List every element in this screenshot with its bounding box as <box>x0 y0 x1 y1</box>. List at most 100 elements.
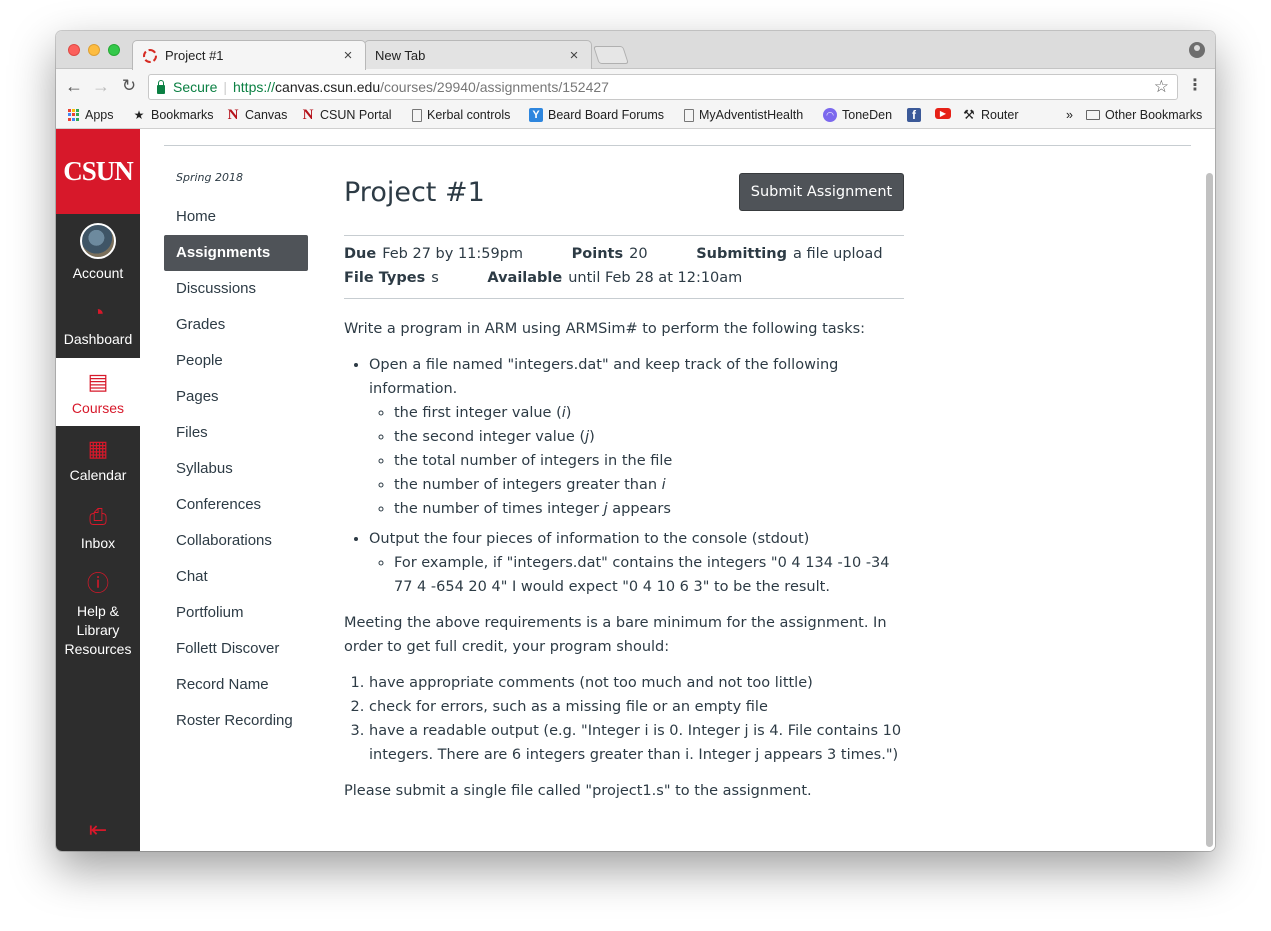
url-path: /courses/29940/assignments/152427 <box>380 79 609 95</box>
bookmark-csun-portal[interactable]: N CSUN Portal <box>301 107 392 123</box>
assignment-detail: Project #1 Submit Assignment Due Feb 27 b… <box>344 171 904 815</box>
browser-toolbar: ← → ↻ Secure | https:// canvas.csun.edu … <box>56 69 1215 105</box>
dashboard-gauge-icon: ◔ <box>91 300 105 325</box>
global-nav-label: Inbox <box>80 535 116 551</box>
points-label: Points <box>571 246 624 262</box>
submit-assignment-button[interactable]: Submit Assignment <box>739 173 904 211</box>
csun-n-icon: N <box>302 107 314 123</box>
sub-task-list: For example, if "integers.dat" contains … <box>369 551 904 599</box>
tab-project-1[interactable]: Project #1 × <box>132 40 366 70</box>
course-nav-files[interactable]: Files <box>164 415 308 451</box>
csun-logo[interactable]: CSUN <box>56 129 140 214</box>
course-nav-conferences[interactable]: Conferences <box>164 487 308 523</box>
secure-label: Secure <box>173 79 218 95</box>
global-nav-courses[interactable]: ▤ Courses <box>56 358 140 426</box>
course-nav-home[interactable]: Home <box>164 199 308 235</box>
overflow-label: » <box>1066 108 1073 122</box>
task-text: Output the four pieces of information to… <box>369 531 810 547</box>
bookmark-canvas[interactable]: N Canvas <box>226 108 288 123</box>
back-arrow-icon[interactable]: ← <box>64 76 84 96</box>
bookmarks-bar: Apps ★ Bookmarks N Canvas N CSUN Portal … <box>56 105 1215 129</box>
assignment-description: Write a program in ARM using ARMSim# to … <box>344 299 904 803</box>
apps-grid-icon <box>68 109 80 121</box>
more-menu-icon[interactable]: ⋮ <box>1187 77 1203 95</box>
tab-close-icon[interactable]: × <box>341 47 355 64</box>
global-nav-label: Account <box>72 265 124 281</box>
browser-window: Project #1 × New Tab × ← → ↻ Secure | ht… <box>56 31 1215 851</box>
course-nav-discussions[interactable]: Discussions <box>164 271 308 307</box>
avatar <box>80 223 116 259</box>
forward-arrow-icon[interactable]: → <box>91 76 111 96</box>
scrollbar[interactable] <box>1206 173 1213 847</box>
course-nav-collaborations[interactable]: Collaborations <box>164 523 308 559</box>
course-nav-chat[interactable]: Chat <box>164 559 308 595</box>
bookmark-label: CSUN Portal <box>320 108 392 122</box>
due-label: Due <box>344 246 377 262</box>
tab-close-icon[interactable]: × <box>567 47 581 64</box>
course-nav-syllabus[interactable]: Syllabus <box>164 451 308 487</box>
bookmark-facebook[interactable]: f <box>907 108 926 122</box>
bookmark-toneden[interactable]: ◠ ToneDen <box>823 108 892 122</box>
bookmark-router[interactable]: ⚒ Router <box>962 107 1018 123</box>
bookmark-apps[interactable]: Apps <box>68 108 114 122</box>
submitting-label: Submitting <box>696 246 787 262</box>
description-paragraph: Please submit a single file called "proj… <box>344 783 812 799</box>
beard-board-icon: Y <box>529 108 543 122</box>
global-nav-label: Help & Library Resources <box>64 603 132 657</box>
list-item: Output the four pieces of information to… <box>369 527 904 599</box>
course-nav-grades[interactable]: Grades <box>164 307 308 343</box>
task-list: Open a file named "integers.dat" and kee… <box>344 353 904 599</box>
bookmark-kerbal-controls[interactable]: Kerbal controls <box>412 108 510 122</box>
reload-icon[interactable]: ↻ <box>119 76 139 96</box>
list-item: For example, if "integers.dat" contains … <box>394 551 904 599</box>
course-nav-follett-discover[interactable]: Follett Discover <box>164 631 308 667</box>
folder-icon <box>1086 110 1100 120</box>
page-icon <box>684 108 694 122</box>
calendar-icon: ▦ <box>87 436 109 461</box>
bookmarks-overflow-chevron[interactable]: » <box>1066 108 1073 122</box>
list-item: have appropriate comments (not too much … <box>369 671 904 695</box>
zoom-window-button[interactable] <box>108 44 120 56</box>
global-nav-calendar[interactable]: ▦ Calendar <box>56 436 140 484</box>
points-value: 20 <box>629 246 648 262</box>
bookmark-label: Bookmarks <box>151 108 214 122</box>
bookmark-label: Canvas <box>245 108 288 122</box>
list-item: Open a file named "integers.dat" and kee… <box>369 353 904 521</box>
page-content: Spring 2018 Home Assignments Discussions… <box>140 129 1215 851</box>
tab-new-tab[interactable]: New Tab × <box>364 40 592 70</box>
available-label: Available <box>487 270 563 286</box>
bookmark-youtube[interactable]: ▶ <box>935 108 956 119</box>
course-nav-roster-recording[interactable]: Roster Recording <box>164 703 308 739</box>
description-paragraph: Meeting the above requirements is a bare… <box>344 615 887 655</box>
profile-icon[interactable] <box>1189 42 1205 58</box>
minimize-window-button[interactable] <box>88 44 100 56</box>
global-nav-help[interactable]: ⓘ Help & Library Resources <box>56 572 140 659</box>
bookmark-star-icon[interactable]: ☆ <box>1154 77 1169 97</box>
new-tab-button[interactable] <box>593 46 629 64</box>
global-nav-inbox[interactable]: ⎙ Inbox <box>56 504 140 552</box>
course-nav-assignments[interactable]: Assignments <box>164 235 308 271</box>
bookmark-other-bookmarks[interactable]: Other Bookmarks <box>1086 108 1202 122</box>
course-nav-record-name[interactable]: Record Name <box>164 667 308 703</box>
file-types-label: File Types <box>344 270 426 286</box>
course-nav-people[interactable]: People <box>164 343 308 379</box>
global-nav-dashboard[interactable]: ◔ Dashboard <box>56 300 140 348</box>
tools-icon: ⚒ <box>963 107 975 122</box>
toneden-icon: ◠ <box>823 108 837 122</box>
course-nav-portfolium[interactable]: Portfolium <box>164 595 308 631</box>
bookmark-bookmarks[interactable]: ★ Bookmarks <box>132 108 214 122</box>
bookmark-myadventisthealth[interactable]: MyAdventistHealth <box>684 108 803 122</box>
list-item: the number of integers greater than i <box>394 473 904 497</box>
bookmark-beard-board-forums[interactable]: Y Beard Board Forums <box>529 108 664 122</box>
close-window-button[interactable] <box>68 44 80 56</box>
inbox-icon: ⎙ <box>89 504 107 529</box>
global-nav-account[interactable]: Account <box>56 223 140 281</box>
list-item: have a readable output (e.g. "Integer i … <box>369 719 904 767</box>
bookmark-label: ToneDen <box>842 108 893 122</box>
course-nav-pages[interactable]: Pages <box>164 379 308 415</box>
global-navigation: CSUN Account ◔ Dashboard ▤ Courses ▦ Cal… <box>56 129 140 851</box>
facebook-icon: f <box>907 108 921 122</box>
collapse-nav-icon[interactable]: ⇤ <box>56 817 140 843</box>
list-item: the total number of integers in the file <box>394 449 904 473</box>
address-bar[interactable]: Secure | https:// canvas.csun.edu /cours… <box>148 74 1178 100</box>
